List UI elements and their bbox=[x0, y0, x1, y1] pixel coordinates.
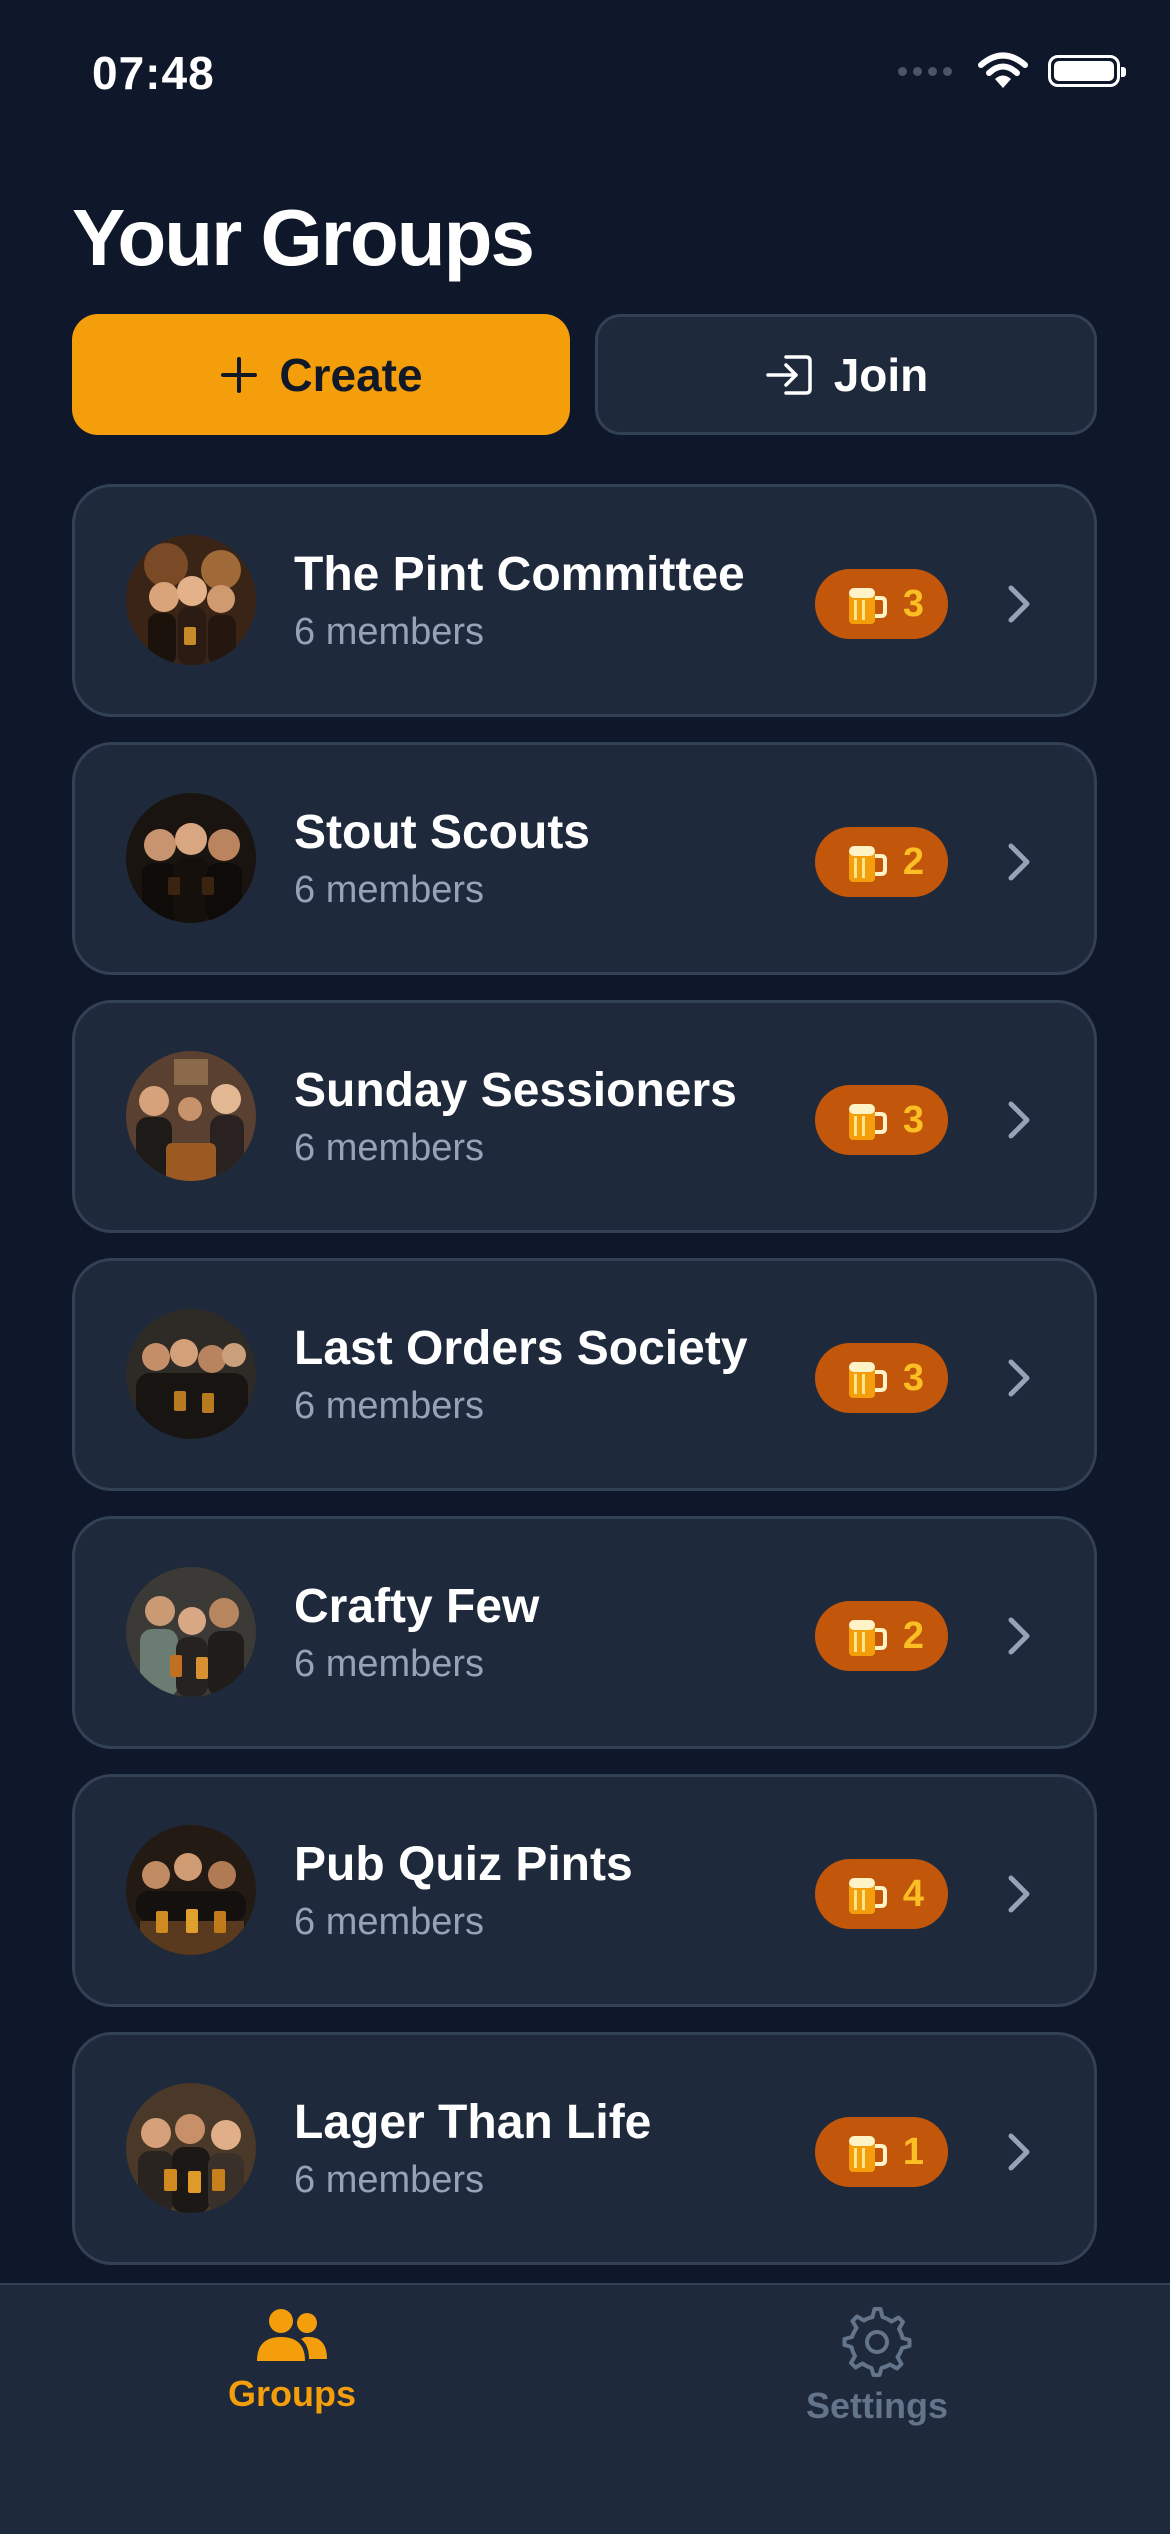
battery-icon bbox=[1048, 55, 1126, 87]
chevron-right-icon bbox=[1008, 1617, 1030, 1655]
beer-count: 2 bbox=[902, 1614, 924, 1657]
group-card[interactable]: Sunday Sessioners 6 members 3 bbox=[72, 1000, 1097, 1233]
chevron-right-icon bbox=[1008, 2133, 1030, 2171]
beer-count: 3 bbox=[902, 582, 924, 625]
join-button-label: Join bbox=[833, 348, 929, 401]
group-card[interactable]: Stout Scouts 6 members 2 bbox=[72, 742, 1097, 975]
group-list: The Pint Committee 6 members 3 Stout Sco… bbox=[72, 484, 1097, 2290]
group-card[interactable]: Pub Quiz Pints 6 members 4 bbox=[72, 1774, 1097, 2007]
group-card[interactable]: The Pint Committee 6 members 3 bbox=[72, 484, 1097, 717]
login-icon bbox=[765, 354, 812, 395]
group-name: Last Orders Society bbox=[294, 1322, 748, 1375]
wifi-icon bbox=[978, 52, 1028, 88]
group-member-count: 6 members bbox=[294, 2159, 485, 2201]
group-name: Stout Scouts bbox=[294, 806, 590, 859]
group-member-count: 6 members bbox=[294, 611, 485, 653]
group-card[interactable]: Last Orders Society 6 members 3 bbox=[72, 1258, 1097, 1491]
group-member-count: 6 members bbox=[294, 1643, 485, 1685]
group-card[interactable]: Crafty Few 6 members 2 bbox=[72, 1516, 1097, 1749]
beer-count: 4 bbox=[902, 1872, 924, 1915]
beer-mug-icon bbox=[848, 846, 887, 882]
beer-mug-icon bbox=[848, 1878, 887, 1914]
group-name: The Pint Committee bbox=[294, 548, 745, 601]
group-member-count: 6 members bbox=[294, 869, 485, 911]
group-avatar bbox=[126, 1051, 256, 1181]
group-name: Pub Quiz Pints bbox=[294, 1838, 633, 1891]
create-group-button[interactable]: Create bbox=[72, 314, 570, 435]
chevron-right-icon bbox=[1008, 585, 1030, 623]
page-title: Your Groups bbox=[72, 193, 535, 282]
status-time: 07:48 bbox=[92, 47, 215, 99]
status-bar: 07:48 bbox=[0, 0, 1170, 140]
tab-groups[interactable]: Groups bbox=[142, 2307, 442, 2415]
tab-settings-label: Settings bbox=[805, 2385, 948, 2426]
plus-icon bbox=[221, 356, 258, 393]
beer-count: 3 bbox=[902, 1098, 924, 1141]
beer-count: 1 bbox=[902, 2130, 924, 2173]
beer-mug-icon bbox=[848, 1104, 887, 1140]
beer-mug-icon bbox=[848, 1362, 887, 1398]
group-member-count: 6 members bbox=[294, 1901, 485, 1943]
group-name: Sunday Sessioners bbox=[294, 1064, 737, 1117]
tab-settings[interactable]: Settings bbox=[727, 2307, 1027, 2427]
group-member-count: 6 members bbox=[294, 1127, 485, 1169]
group-name: Crafty Few bbox=[294, 1580, 540, 1633]
group-avatar bbox=[126, 1567, 256, 1697]
users-icon bbox=[257, 2309, 327, 2361]
beer-count-badge: 1 bbox=[814, 2117, 948, 2187]
join-group-button[interactable]: Join bbox=[595, 314, 1097, 435]
beer-count-badge: 3 bbox=[814, 1085, 948, 1155]
beer-count-badge: 4 bbox=[814, 1859, 948, 1929]
group-name: Lager Than Life bbox=[294, 2096, 652, 2149]
chevron-right-icon bbox=[1008, 1101, 1030, 1139]
group-avatar bbox=[126, 2083, 256, 2213]
create-button-label: Create bbox=[279, 348, 423, 401]
chevron-right-icon bbox=[1008, 843, 1030, 881]
tab-groups-label: Groups bbox=[227, 2373, 356, 2414]
group-avatar bbox=[126, 793, 256, 923]
beer-count: 2 bbox=[902, 840, 924, 883]
status-icons bbox=[898, 52, 1126, 90]
beer-mug-icon bbox=[848, 588, 887, 624]
beer-mug-icon bbox=[848, 2136, 887, 2172]
group-avatar bbox=[126, 535, 256, 665]
beer-count: 3 bbox=[902, 1356, 924, 1399]
group-card[interactable]: Lager Than Life 6 members 1 bbox=[72, 2032, 1097, 2265]
group-avatar bbox=[126, 1825, 256, 1955]
chevron-right-icon bbox=[1008, 1875, 1030, 1913]
chevron-right-icon bbox=[1008, 1359, 1030, 1397]
gear-icon bbox=[842, 2307, 912, 2377]
beer-count-badge: 3 bbox=[814, 569, 948, 639]
group-member-count: 6 members bbox=[294, 1385, 485, 1427]
beer-count-badge: 3 bbox=[814, 1343, 948, 1413]
beer-count-badge: 2 bbox=[814, 1601, 948, 1671]
group-avatar bbox=[126, 1309, 256, 1439]
tab-bar: Groups Settings bbox=[0, 2283, 1170, 2534]
beer-count-badge: 2 bbox=[814, 827, 948, 897]
cellular-signal-icon bbox=[898, 66, 952, 76]
beer-mug-icon bbox=[848, 1620, 887, 1656]
